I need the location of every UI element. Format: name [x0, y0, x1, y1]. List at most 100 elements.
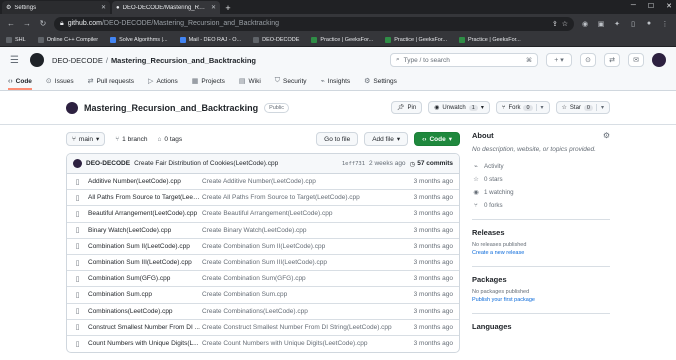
file-name[interactable]: Binary Watch(LeetCode).cpp	[88, 227, 200, 234]
address-bar[interactable]: 🔒︎ github.com/DEO-DECODE/Mastering_Recur…	[54, 16, 574, 31]
file-name[interactable]: Combination Sum III(LeetCode).cpp	[88, 259, 200, 266]
breadcrumb-repo[interactable]: Mastering_Recursion_and_Backtracking	[111, 56, 256, 65]
tags-link[interactable]: ⌂ 0 tags	[157, 136, 182, 143]
packages-title[interactable]: Packages	[472, 275, 610, 284]
file-commit[interactable]: Create Binary Watch(LeetCode).cpp	[200, 227, 413, 234]
reload-icon[interactable]: ↻	[38, 19, 48, 28]
tab-security[interactable]: ⛉ Security	[275, 77, 307, 90]
file-commit[interactable]: Create Combination Sum II(LeetCode).cpp	[200, 243, 413, 250]
forks-link[interactable]: ⑂ 0 forks	[472, 202, 610, 209]
repo-title[interactable]: Mastering_Recursion_and_Backtracking	[84, 103, 258, 113]
file-commit[interactable]: Create Combination Sum(GFG).cpp	[200, 275, 413, 282]
file-name[interactable]: Combinations(LeetCode).cpp	[88, 308, 200, 315]
bookmark-item[interactable]: Online C++ Compiler	[37, 36, 98, 43]
maximize-icon[interactable]: ☐	[648, 2, 654, 10]
profile-icon[interactable]: ●	[644, 20, 654, 27]
file-name[interactable]: Additive Number(LeetCode).cpp	[88, 178, 200, 185]
tab-insights[interactable]: ⌁ Insights	[321, 77, 351, 90]
bookmark-item[interactable]: SHL	[6, 36, 26, 43]
tab-actions[interactable]: ▷ Actions	[148, 77, 178, 90]
back-icon[interactable]: ←	[6, 19, 16, 28]
search-input[interactable]: ⌕ Type / to search ⌘	[390, 53, 538, 67]
sidepanel-icon[interactable]: ▯	[628, 20, 638, 28]
bookmark-item[interactable]: DEO-DECODE	[253, 36, 299, 43]
commit-message[interactable]: Create Fair Distribution of Cookies(Leet…	[134, 160, 278, 167]
commit-sha[interactable]: 1eff731	[342, 161, 365, 167]
share-icon[interactable]: ⇪	[552, 20, 558, 28]
add-file-button[interactable]: Add file ▾	[364, 132, 409, 146]
unwatch-button[interactable]: ◉ Unwatch 1 ▾	[428, 101, 490, 114]
file-name[interactable]: Combination Sum.cpp	[88, 291, 200, 298]
puzzle-icon[interactable]: ✦	[612, 20, 622, 28]
breadcrumb-owner[interactable]: DEO-DECODE	[52, 56, 103, 65]
file-commit[interactable]: Create Beautiful Arrangement(LeetCode).c…	[200, 210, 413, 217]
chevron-down-icon[interactable]: ▾	[535, 104, 544, 111]
stars-link[interactable]: ☆ 0 stars	[472, 176, 610, 183]
issues-icon[interactable]: ⊙	[580, 53, 596, 67]
fork-button[interactable]: ⑂ Fork 0 ▾	[495, 101, 550, 114]
file-name[interactable]: All Paths From Source to Target(Leet...	[88, 194, 200, 201]
window-controls: ─ ☐ ✕	[631, 2, 672, 10]
file-name[interactable]: Count Numbers with Unique Digits(L...	[88, 340, 200, 347]
close-icon[interactable]: ✕	[101, 4, 106, 11]
tab-wiki[interactable]: ▤ Wiki	[239, 77, 261, 90]
code-button[interactable]: ‹› Code ▾	[414, 132, 460, 146]
bookmark-item[interactable]: Solve Algorithms |...	[110, 36, 168, 43]
bookmark-item[interactable]: Mail - DEO RAJ - O...	[179, 36, 241, 43]
avatar[interactable]	[652, 53, 666, 67]
file-commit[interactable]: Create Count Numbers with Unique Digits(…	[200, 340, 413, 347]
watchers-link[interactable]: ◉ 1 watching	[472, 189, 610, 196]
file-name[interactable]: Combination Sum(GFG).cpp	[88, 275, 200, 282]
commits-link[interactable]: ◷ 57 commits	[410, 160, 453, 168]
new-tab-button[interactable]: +	[222, 2, 234, 14]
file-commit[interactable]: Create Combination Sum III(LeetCode).cpp	[200, 259, 413, 266]
pull-requests-icon[interactable]: ⇄	[604, 53, 620, 67]
file-commit[interactable]: Create Combination Sum.cpp	[200, 291, 413, 298]
forward-icon[interactable]: →	[22, 19, 32, 28]
tab-code[interactable]: ‹› Code	[8, 78, 32, 90]
bookmark-item[interactable]: Practice | GeeksFor...	[311, 36, 373, 43]
releases-title[interactable]: Releases	[472, 228, 610, 237]
bookmark-star-icon[interactable]: ☆	[562, 20, 568, 28]
create-release-link[interactable]: Create a new release	[472, 250, 610, 256]
hamburger-icon[interactable]: ☰	[10, 55, 22, 66]
tab-projects[interactable]: ▦ Projects	[192, 77, 225, 90]
close-window-icon[interactable]: ✕	[666, 2, 672, 10]
github-logo-icon[interactable]	[30, 53, 44, 67]
file-icon: ▯	[75, 194, 80, 202]
gear-icon[interactable]: ⚙	[603, 131, 610, 140]
close-icon[interactable]: ✕	[211, 4, 216, 11]
browser-tab-github[interactable]: ● DEO-DECODE/Mastering_Recu ✕	[112, 1, 220, 14]
chevron-down-icon[interactable]: ▾	[595, 104, 604, 111]
extension-icon[interactable]: ◉	[580, 20, 590, 28]
go-to-file-button[interactable]: Go to file	[316, 132, 359, 146]
inbox-icon[interactable]: ✉	[628, 53, 644, 67]
tab-pull-requests[interactable]: ⇄ Pull requests	[88, 77, 134, 90]
bookmark-item[interactable]: Practice | GeeksFor...	[458, 36, 521, 43]
minimize-icon[interactable]: ─	[631, 2, 636, 10]
bookmark-item[interactable]: Practice | GeeksFor...	[385, 36, 447, 43]
table-row: ▯ Combination Sum III(LeetCode).cpp Create…	[67, 255, 459, 272]
file-commit[interactable]: Create Additive Number(LeetCode).cpp	[200, 178, 413, 185]
file-name[interactable]: Beautiful Arrangement(LeetCode).cpp	[88, 210, 200, 217]
file-commit[interactable]: Create Combinations(LeetCode).cpp	[200, 308, 413, 315]
menu-icon[interactable]: ⋮	[660, 20, 670, 28]
extension-icon[interactable]: ▣	[596, 20, 606, 28]
star-button[interactable]: ☆ Star 0 ▾	[555, 101, 610, 114]
tab-settings[interactable]: ⚙ Settings	[364, 77, 397, 90]
file-name[interactable]: Combination Sum II(LeetCode).cpp	[88, 243, 200, 250]
file-commit[interactable]: Create All Paths From Source to Target(L…	[200, 194, 413, 201]
file-name[interactable]: Construct Smallest Number From DI ...	[88, 324, 200, 331]
pin-button[interactable]: 📌︎ Pin	[390, 101, 423, 114]
create-new-button[interactable]: + ▾	[546, 53, 572, 67]
gear-icon: ⚙	[364, 78, 371, 85]
pulse-icon: ⌁	[474, 163, 478, 170]
browser-tab-settings[interactable]: ⚙ Settings ✕	[2, 1, 110, 14]
commit-author[interactable]: DEO-DECODE	[86, 160, 130, 167]
publish-package-link[interactable]: Publish your first package	[472, 297, 610, 303]
file-commit[interactable]: Create Construct Smallest Number From DI…	[200, 324, 413, 331]
tab-issues[interactable]: ⊙ Issues	[46, 77, 74, 90]
branches-link[interactable]: ⑂ 1 branch	[115, 136, 147, 143]
branch-selector[interactable]: ⑂ main ▾	[66, 132, 106, 146]
activity-link[interactable]: ⌁ Activity	[472, 163, 610, 170]
